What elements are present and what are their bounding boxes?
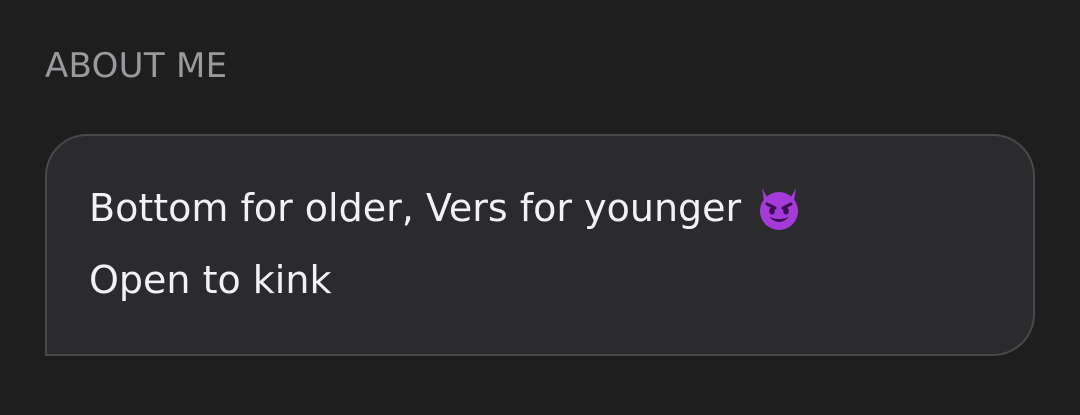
bio-line-1: Bottom for older, Vers for younger	[89, 172, 993, 244]
bio-line-1-text: Bottom for older, Vers for younger	[89, 186, 742, 230]
smiling-devil-icon	[755, 183, 803, 231]
bio-line-2: Open to kink	[89, 258, 332, 302]
about-me-heading: ABOUT ME	[45, 46, 228, 86]
about-me-card: Bottom for older, Vers for younger Open …	[45, 134, 1035, 356]
